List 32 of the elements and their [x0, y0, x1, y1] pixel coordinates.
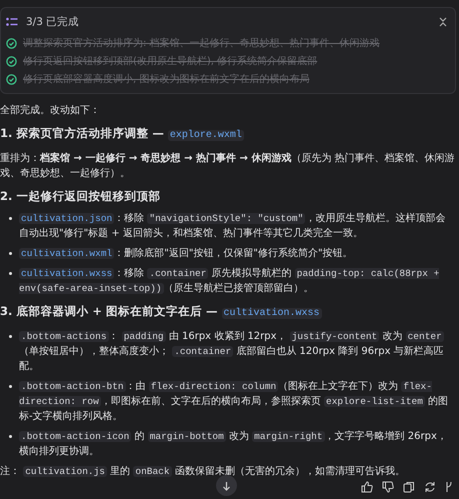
section-heading: 3. 底部容器调小 + 图标在前文字在后 —: [0, 304, 219, 318]
bullet-icon: [9, 335, 12, 338]
inline-code: explore.wxml: [168, 130, 244, 141]
thumbs-down-icon[interactable]: [382, 481, 394, 493]
list-item-text: cultivation.wxss ：移除 .container 原先模拟导航栏的 padding-top: calc(88rpx + env(safe-area-inset-top)) （原生导航栏已接管顶部留白）。: [19, 266, 440, 296]
list-item-text: .bottom-action-icon 的 margin-bottom 改为 margin-right ，文字字号略增到 26rpx，横向排列更协调。: [19, 430, 448, 459]
copy-icon[interactable]: [403, 481, 415, 493]
thumbs-up-icon[interactable]: [361, 481, 373, 493]
section-heading: 2. 一起修行返回按钮移到顶部: [0, 189, 160, 203]
paragraph: 全部完成。改动如下：: [0, 104, 101, 118]
progress-summary: 3/3 已完成: [26, 15, 80, 29]
bullet-icon: [9, 217, 12, 220]
bullet-icon: [9, 435, 12, 438]
arrow-down-icon: [222, 480, 231, 490]
bullet-icon: [9, 272, 12, 275]
paragraph: 重排为：档案馆 → 一起修行 → 奇思妙想 → 热门事件 → 休闲游戏（原先为 热门事件、档案馆、休闲游戏、奇思妙想、一起修行）。: [0, 151, 455, 181]
branch-icon[interactable]: [445, 481, 453, 493]
list-item-text: cultivation.wxml ：删除底部"返回"按钮，仅保留"修行系统简介"按钮。: [19, 246, 353, 261]
scroll-down-button[interactable]: [216, 475, 237, 496]
paragraph: 注： cultivation.js 里的 onBack 函数保留未删（无害的冗余），如需清理可告诉我。: [0, 464, 406, 479]
bullet-icon: [9, 252, 12, 255]
task-text: 修行页底部容器高度调小, 图标改为图标在前文字在后的横向布局: [23, 72, 310, 86]
section-heading: 1. 探索页官方活动排序调整 —: [0, 126, 165, 140]
checklist-icon: [6, 17, 18, 27]
task-text: 修行页返回按钮移到顶部(改用原生导航栏), 修行系统简介保留底部: [23, 54, 318, 68]
inline-code: cultivation.wxss: [222, 308, 322, 319]
bullet-icon: [9, 385, 12, 388]
list-item-text: .bottom-actions ： padding 由 16rpx 收紧到 12rpx， justify-content 改为 center （单按钮居中），整体高度变小； .container 底部留白也从 120rpx 降到 96rpx 与新栏高匹配。: [19, 330, 445, 374]
collapse-icon[interactable]: [439, 17, 447, 27]
refresh-icon[interactable]: [424, 481, 436, 493]
list-item-text: cultivation.json ：移除 "navigationStyle": "custom" ，改用原生导航栏。这样顶部会自动出现"修行"标题 + 返回箭头，和档案馆、热门事件等其它几类完全一致。: [19, 212, 446, 241]
task-text: 调整探索页官方活动排序为: 档案馆、一起修行、奇思妙想、热门事件、休闲游戏: [23, 36, 380, 50]
